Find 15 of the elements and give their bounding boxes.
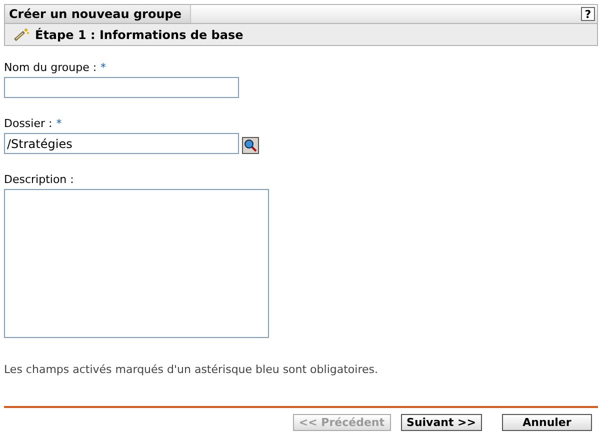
wand-icon bbox=[13, 28, 29, 42]
description-field[interactable] bbox=[4, 189, 269, 338]
help-button[interactable]: ? bbox=[581, 7, 595, 21]
search-button[interactable] bbox=[242, 137, 259, 154]
step-title: Étape 1 : Informations de base bbox=[35, 28, 244, 42]
required-note: Les champs activés marqués d'un astérisque bleu sont obligatoires. bbox=[4, 363, 379, 376]
field-label: Description : bbox=[4, 173, 74, 186]
wizard-button[interactable]: Suivant >> bbox=[400, 414, 482, 431]
required-mark: * bbox=[56, 117, 62, 130]
required-mark: * bbox=[100, 61, 106, 74]
field-label: Dossier : bbox=[4, 117, 52, 130]
input-field[interactable]: /Stratégies bbox=[4, 133, 239, 154]
wizard-button[interactable]: Annuler bbox=[502, 414, 592, 431]
input-field[interactable] bbox=[4, 77, 239, 98]
field-label: Nom du groupe : bbox=[4, 61, 97, 74]
